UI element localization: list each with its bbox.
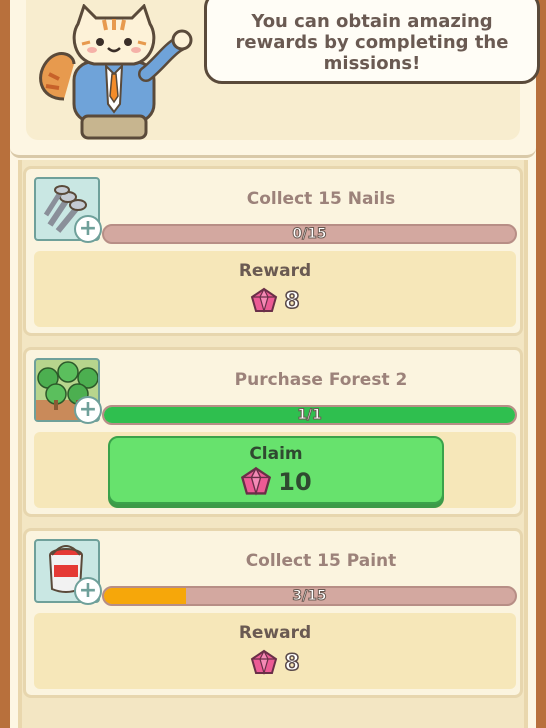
claim-amount: 10 [278,468,312,496]
mission-title: Collect 15 Paint [245,551,397,571]
claim-button[interactable]: Claim 10 [108,436,444,504]
reward-label: Reward [238,261,312,281]
reward-value: 8 [34,649,516,677]
reward-label: Reward [238,623,312,643]
gem-icon [251,287,278,314]
mission-card-nails: + Collect 15 Nails 0/15 Reward 8 [23,166,523,336]
gem-icon [241,466,272,496]
mission-thumbnail[interactable]: + [34,177,102,243]
cat-mascot-icon [39,4,193,140]
reward-box: Claim 10 [34,432,516,508]
progress-text: 0/15 [292,226,327,242]
reward-box: Reward 8 [34,251,516,327]
header-inner: You can obtain amazing rewards by comple… [26,0,540,140]
mission-card-forest: + Purchase Forest 2 1/1 Claim 10 [23,347,523,517]
add-icon[interactable]: + [74,215,102,243]
progress-bar: 1/1 [102,405,517,425]
mission-card-paint: + Collect 15 Paint 3/15 Reward 8 [23,528,523,698]
gem-icon [251,649,278,676]
claim-label: Claim [249,444,303,464]
reward-amount: 8 [284,288,301,315]
mission-thumbnail[interactable]: + [34,539,102,605]
mission-title: Collect 15 Nails [246,189,396,209]
header-panel: You can obtain amazing rewards by comple… [10,0,540,158]
reward-value: 8 [34,287,516,315]
speech-bubble-text: You can obtain amazing rewards by comple… [235,10,509,74]
progress-text: 3/15 [292,588,327,604]
add-icon[interactable]: + [74,577,102,605]
progress-bar: 0/15 [102,224,517,244]
claim-value: 10 [110,466,442,498]
speech-bubble: You can obtain amazing rewards by comple… [204,0,540,84]
reward-amount: 8 [284,650,301,677]
progress-bar: 3/15 [102,586,517,606]
mission-title: Purchase Forest 2 [234,370,408,390]
progress-text: 1/1 [297,407,323,423]
mission-thumbnail[interactable]: + [34,358,102,424]
reward-box: Reward 8 [34,613,516,689]
add-icon[interactable]: + [74,396,102,424]
